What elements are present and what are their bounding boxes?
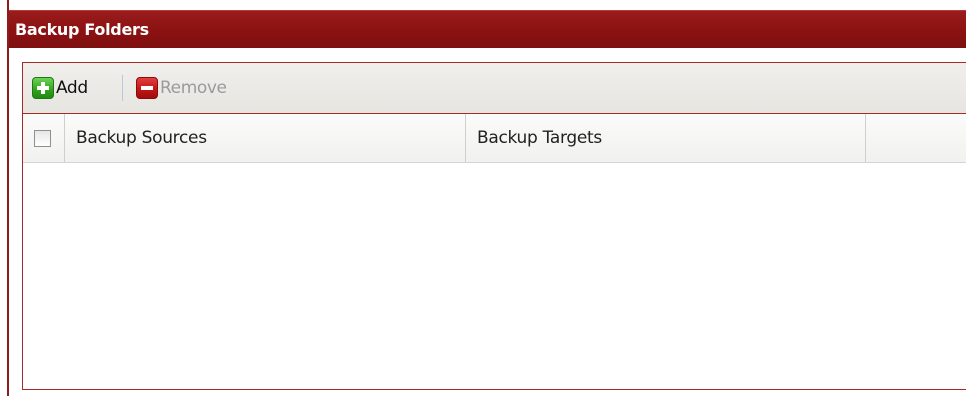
column-header-backup-sources[interactable]: Backup Sources — [65, 114, 466, 162]
minus-icon — [136, 77, 158, 99]
add-button-label: Add — [56, 78, 88, 98]
plus-icon — [32, 77, 54, 99]
column-header-label: Backup Sources — [76, 128, 207, 148]
grid-header: Backup Sources Backup Targets — [23, 114, 966, 163]
panel-title: Backup Folders — [15, 20, 149, 39]
toolbar-separator — [122, 75, 123, 101]
remove-button-label: Remove — [160, 78, 227, 98]
column-header-backup-targets[interactable]: Backup Targets — [466, 114, 866, 162]
column-header-select — [23, 114, 65, 162]
column-header-filler — [866, 114, 966, 162]
select-all-checkbox[interactable] — [34, 130, 51, 147]
backup-folders-grid: Add Remove Backup Sources Backup Targets — [22, 62, 966, 390]
add-button[interactable]: Add — [32, 75, 88, 101]
panel-header: Backup Folders — [9, 10, 966, 48]
grid-body[interactable] — [23, 163, 966, 389]
backup-folders-panel: Backup Folders Add Remove Backup Sources… — [7, 0, 966, 396]
column-header-label: Backup Targets — [477, 128, 602, 148]
remove-button[interactable]: Remove — [136, 75, 227, 101]
grid-toolbar: Add Remove — [23, 63, 966, 114]
